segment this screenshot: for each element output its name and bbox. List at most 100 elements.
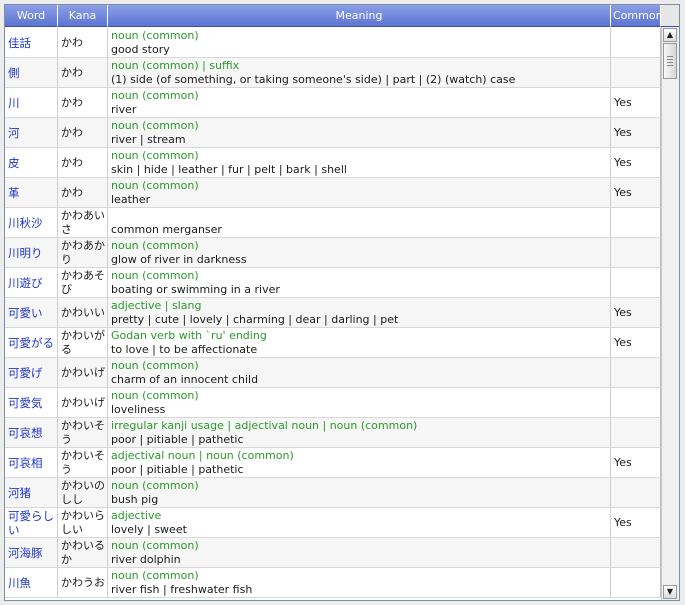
table-row[interactable]: 可愛がる かわいがる Godan verb with `ru' ending to l… <box>5 328 661 358</box>
kana-cell: かわいい <box>58 298 108 327</box>
gloss-text: river <box>111 103 137 116</box>
table-row[interactable]: 可哀想 かわいそう irregular kanji usage | adjectiv… <box>5 418 661 448</box>
kana-cell: かわいげ <box>58 358 108 387</box>
word-cell: 可愛気 <box>5 388 58 417</box>
meaning-cell: noun (common) loveliness <box>108 388 611 417</box>
gloss-text: poor | pitiable | pathetic <box>111 463 244 476</box>
scrollbar-thumb[interactable] <box>663 43 677 79</box>
part-of-speech-tags: noun (common) <box>111 569 199 582</box>
header-corner <box>661 5 679 27</box>
table-row[interactable]: 河かわ noun (common) river | stream Yes <box>5 118 661 148</box>
word-cell: 川 <box>5 88 58 117</box>
gloss-text: common merganser <box>111 223 222 236</box>
word-cell: 川明り <box>5 238 58 267</box>
gloss-text: river | stream <box>111 133 186 146</box>
table-row[interactable]: 川魚 かわうお noun (common) river fish | freshwat… <box>5 568 661 598</box>
common-cell: Yes <box>611 508 661 537</box>
table-row[interactable]: 川明り かわあかり noun (common) glow of river in da… <box>5 238 661 268</box>
table-row[interactable]: 川遊び かわあそび noun (common) boating or swimming… <box>5 268 661 298</box>
word-cell: 可愛らしい <box>5 508 58 537</box>
kana-cell: かわあそび <box>58 268 108 297</box>
column-header-kana[interactable]: Kana <box>58 5 108 27</box>
meaning-cell: noun (common) glow of river in darkness <box>108 238 611 267</box>
part-of-speech-tags <box>111 209 608 223</box>
table-row[interactable]: 革かわ noun (common) leather Yes <box>5 178 661 208</box>
table-row[interactable]: 可愛げ かわいげ noun (common) charm of an innocent… <box>5 358 661 388</box>
common-cell <box>611 28 661 57</box>
table-row[interactable]: 川秋沙 かわあいさ common merganser <box>5 208 661 238</box>
kana-cell: かわ <box>58 178 108 207</box>
kana-cell: かわ <box>58 118 108 147</box>
word-cell: 佳話 <box>5 28 58 57</box>
meaning-cell: noun (common) skin | hide | leather | fur… <box>108 148 611 177</box>
word-cell: 河 <box>5 118 58 147</box>
table-row[interactable]: 佳話 かわ noun (common) good story <box>5 28 661 58</box>
common-cell <box>611 358 661 387</box>
word-cell: 革 <box>5 178 58 207</box>
meaning-cell: noun (common) | suffix (1) side (of somet… <box>108 58 611 87</box>
dictionary-table: Word Kana Meaning Common 佳話 かわ noun (commo… <box>4 4 680 601</box>
kana-cell: かわ <box>58 148 108 177</box>
column-header-common[interactable]: Common <box>611 5 661 27</box>
common-cell: Yes <box>611 148 661 177</box>
kana-cell: かわいらしい <box>58 508 108 537</box>
table-row[interactable]: 可愛気 かわいげ noun (common) loveliness <box>5 388 661 418</box>
gloss-text: (1) side (of something, or taking someon… <box>111 73 516 86</box>
kana-cell: かわいそう <box>58 448 108 477</box>
table-row[interactable]: 可愛い かわいい adjective | slang pretty | cute | … <box>5 298 661 328</box>
part-of-speech-tags: noun (common) <box>111 479 199 492</box>
part-of-speech-tags: noun (common) <box>111 29 199 42</box>
part-of-speech-tags: irregular kanji usage | adjectival noun … <box>111 419 418 432</box>
common-cell <box>611 208 661 237</box>
triangle-down-icon[interactable]: ▼ <box>663 585 677 599</box>
common-cell <box>611 538 661 567</box>
gloss-text: lovely | sweet <box>111 523 187 536</box>
meaning-cell: common merganser <box>108 208 611 237</box>
column-header-meaning[interactable]: Meaning <box>108 5 611 27</box>
part-of-speech-tags: adjectival noun | noun (common) <box>111 449 294 462</box>
triangle-up-icon[interactable]: ▲ <box>663 28 677 42</box>
kana-cell: かわいげ <box>58 388 108 417</box>
kana-cell: かわ <box>58 28 108 57</box>
gloss-text: boating or swimming in a river <box>111 283 280 296</box>
table-row[interactable]: 河海豚 かわいるか noun (common) river dolphin <box>5 538 661 568</box>
meaning-cell: adjective | slang pretty | cute | lovely … <box>108 298 611 327</box>
table-row[interactable]: 可愛らしい かわいらしい adjective lovely | sweet Yes <box>5 508 661 538</box>
gloss-text: good story <box>111 43 170 56</box>
gloss-text: bush pig <box>111 493 159 506</box>
kana-cell: かわいのしし <box>58 478 108 507</box>
part-of-speech-tags: noun (common) <box>111 389 199 402</box>
table-row[interactable]: 河猪 かわいのしし noun (common) bush pig <box>5 478 661 508</box>
kana-cell: かわ <box>58 88 108 117</box>
common-cell: Yes <box>611 178 661 207</box>
table-row[interactable]: 側かわ noun (common) | suffix (1) side (of so… <box>5 58 661 88</box>
table-row[interactable]: 川かわ noun (common) river Yes <box>5 88 661 118</box>
column-header-word[interactable]: Word <box>5 5 58 27</box>
common-cell <box>611 268 661 297</box>
part-of-speech-tags: noun (common) <box>111 239 199 252</box>
table-row[interactable]: 皮かわ noun (common) skin | hide | leather | … <box>5 148 661 178</box>
kana-cell: かわうお <box>58 568 108 597</box>
part-of-speech-tags: noun (common) <box>111 269 199 282</box>
gloss-text: leather <box>111 193 151 206</box>
word-cell: 可哀想 <box>5 418 58 447</box>
kana-cell: かわいがる <box>58 328 108 357</box>
gloss-text: poor | pitiable | pathetic <box>111 433 244 446</box>
gloss-text: glow of river in darkness <box>111 253 247 266</box>
word-cell: 可愛がる <box>5 328 58 357</box>
table-row[interactable]: 可哀相 かわいそう adjectival noun | noun (common) p… <box>5 448 661 478</box>
gloss-text: loveliness <box>111 403 166 416</box>
vertical-scrollbar[interactable]: ▲ ▼ <box>661 27 679 600</box>
part-of-speech-tags: adjective | slang <box>111 299 202 312</box>
kana-cell: かわいそう <box>58 418 108 447</box>
gloss-text: to love | to be affectionate <box>111 343 258 356</box>
part-of-speech-tags: Godan verb with `ru' ending <box>111 329 267 342</box>
meaning-cell: noun (common) charm of an innocent child <box>108 358 611 387</box>
meaning-cell: noun (common) river fish | freshwater fis… <box>108 568 611 597</box>
part-of-speech-tags: noun (common) <box>111 89 199 102</box>
gloss-text: pretty | cute | lovely | charming | dear… <box>111 313 399 326</box>
meaning-cell: noun (common) good story <box>108 28 611 57</box>
common-cell: Yes <box>611 448 661 477</box>
word-cell: 側 <box>5 58 58 87</box>
meaning-cell: Godan verb with `ru' ending to love | to … <box>108 328 611 357</box>
